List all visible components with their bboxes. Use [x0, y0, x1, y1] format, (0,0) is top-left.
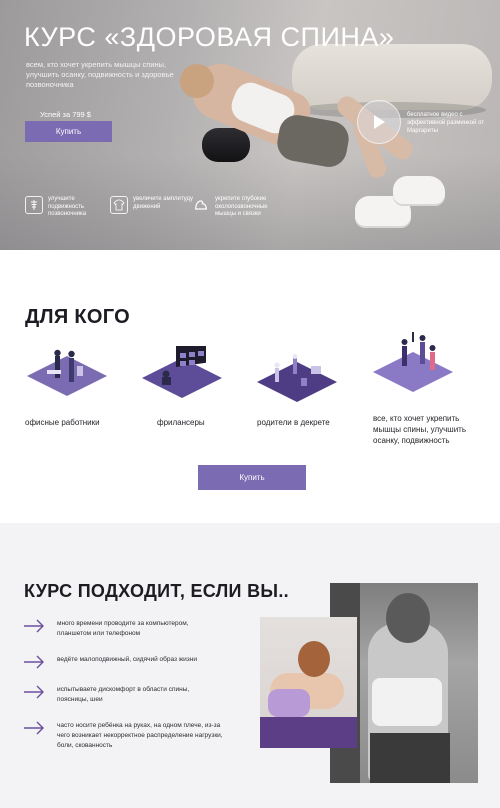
arrow-right-icon [24, 619, 44, 633]
who-caption: родители в декрете [257, 418, 330, 427]
arrow-right-icon [24, 655, 44, 669]
suitable-item-text: испытываете дискомфорт в области спины, … [57, 686, 190, 703]
office-workers-illustration [25, 344, 109, 396]
freelancers-illustration [140, 338, 224, 398]
photo-woman-stretch [260, 617, 357, 748]
photo-top [268, 689, 310, 717]
who-caption: все, кто хочет укрепить мышцы спины, улу… [373, 414, 467, 445]
suitable-item: много времени проводите за компьютером, … [23, 619, 217, 639]
who-title: ДЛЯ КОГО [25, 306, 131, 328]
hero-ottoman [292, 44, 492, 110]
muscle-icon [192, 196, 210, 214]
suitable-item: часто носите ребёнка на руках, на одном … [23, 721, 232, 751]
benefit-text: увеличите амплитуду движений [133, 196, 193, 210]
benefit-text: улучшите подвижность позвоночника [48, 196, 87, 217]
suitable-item-text: много времени проводите за компьютером, … [57, 620, 189, 637]
arrow-right-icon [24, 721, 44, 735]
photo-head [298, 641, 330, 677]
photo-head [386, 593, 430, 643]
everyone-illustration [372, 330, 454, 392]
suitable-item-text: часто носите ребёнка на руках, на одном … [57, 722, 223, 749]
parents-illustration [255, 354, 339, 402]
tshirt-icon [110, 196, 128, 214]
hero-buy-button[interactable]: Купить [25, 121, 112, 142]
spine-icon [25, 196, 43, 214]
suitable-item: испытываете дискомфорт в области спины, … [23, 685, 217, 705]
hero-description: всем, кто хочет укрепить мышцы спины, ул… [26, 60, 174, 89]
hero-section: КУРС «ЗДОРОВАЯ СПИНА» всем, кто хочет ук… [0, 0, 500, 250]
video-play-button[interactable] [357, 100, 401, 144]
suitable-title: КУРС ПОДХОДИТ, ЕСЛИ ВЫ.. [24, 581, 289, 601]
photo-pants [370, 733, 450, 783]
benefit-item: укрепите глубокие околопозвоночные мышцы… [192, 196, 285, 219]
benefit-text: укрепите глубокие околопозвоночные мышцы… [215, 196, 268, 217]
hero-title: КУРС «ЗДОРОВАЯ СПИНА» [24, 22, 395, 52]
who-buy-button[interactable]: Купить [198, 465, 306, 490]
play-icon [374, 115, 385, 129]
video-caption: бесплатное видео с эффективной разминкой… [407, 112, 485, 134]
who-caption: фрилансеры [157, 418, 205, 427]
suitable-item-text: ведёте малоподвижный, сидячий образ жизн… [57, 656, 197, 663]
benefit-item: улучшите подвижность позвоночника [25, 196, 110, 219]
photo-top [372, 678, 442, 726]
photo-mat [260, 717, 357, 748]
foam-roller [202, 128, 250, 162]
arrow-right-icon [24, 685, 44, 699]
hero-price: Успей за 799 $ [40, 110, 91, 119]
suitable-item: ведёте малоподвижный, сидячий образ жизн… [23, 655, 217, 669]
who-caption: офисные работники [25, 418, 100, 427]
benefit-item: увеличите амплитуду движений [110, 196, 195, 214]
hero-sneaker [393, 176, 445, 204]
